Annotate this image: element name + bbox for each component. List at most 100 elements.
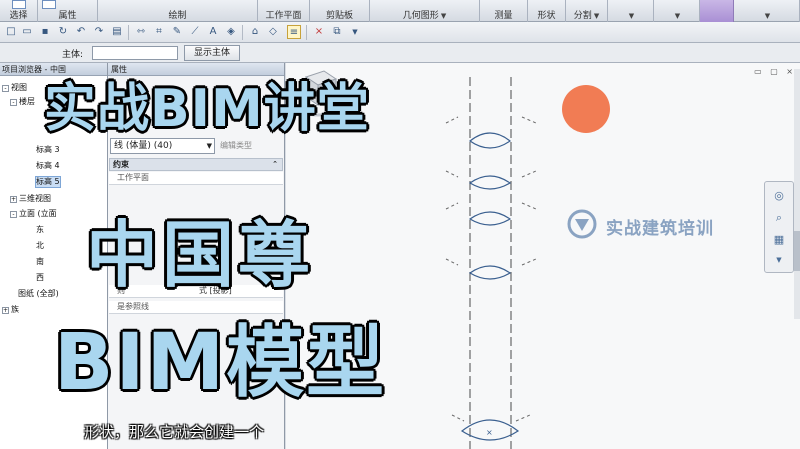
prop-group-constraints[interactable]: 约束 ⌃ xyxy=(109,158,283,171)
window-switch-icon[interactable]: ⧉ xyxy=(330,25,344,39)
ribbon-panel-shape[interactable]: 形状 xyxy=(528,0,566,22)
chevron-down-icon[interactable]: ▼ xyxy=(441,12,446,20)
ribbon-panel-mode[interactable] xyxy=(700,0,734,22)
thin-lines-icon[interactable]: ≡ xyxy=(287,25,301,39)
tree-item-3d-views-label: 三维视图 xyxy=(19,194,51,203)
host-select[interactable] xyxy=(92,46,178,60)
toolbar-separator xyxy=(306,25,307,40)
dimension-icon[interactable]: ⌗ xyxy=(152,25,166,39)
tree-item-level4[interactable]: 标高 4 xyxy=(36,161,60,171)
text-icon[interactable]: A xyxy=(206,25,220,39)
ribbon-properties-label: 属性 xyxy=(58,11,77,21)
sync-icon[interactable]: ↻ xyxy=(56,25,70,39)
ribbon-clipboard-label: 剪贴板 xyxy=(325,11,353,21)
settings-icon[interactable]: ◈ xyxy=(224,25,238,39)
ribbon-panel-extra-2[interactable]: ▼ xyxy=(654,0,700,22)
navigation-bar: ◎ ⌕ ▦ ▼ xyxy=(764,181,794,273)
ribbon-panel-workplane[interactable]: 工作平面 xyxy=(258,0,310,22)
save-icon[interactable]: ▪ xyxy=(38,25,52,39)
3d-view-icon[interactable]: ⌂ xyxy=(248,25,262,39)
video-title-line2: 中国尊 xyxy=(84,212,315,299)
print-icon[interactable]: ▤ xyxy=(110,25,124,39)
show-host-button[interactable]: 显示主体 xyxy=(184,45,240,61)
open-folder-icon[interactable]: ▭ xyxy=(20,25,34,39)
profile-loop xyxy=(468,132,512,149)
tree-item-3d-views[interactable]: + 三维视图 xyxy=(10,194,51,204)
ribbon-select-label: 选择 xyxy=(9,11,28,21)
ribbon-panel-extra-1[interactable]: ▼ xyxy=(608,0,654,22)
ribbon-panel-split[interactable]: 分割 ▼ xyxy=(566,0,608,22)
tree-item-floor-plans[interactable]: - 楼层 xyxy=(10,97,35,107)
video-subtitle: 形状，那么它就会创建一个 xyxy=(84,423,265,441)
tree-item-sheets[interactable]: 图纸 (全部) xyxy=(18,289,59,299)
tree-item-level4-label: 标高 4 xyxy=(36,161,60,170)
tree-item-east[interactable]: 东 xyxy=(36,225,44,235)
ribbon: 选择 属性 绘制 工作平面 剪贴板 几何图形 ▼ 测量 形状 分割 ▼ ▼ ▼ ▼ xyxy=(0,0,800,22)
tree-item-north-label: 北 xyxy=(36,241,44,250)
tree-item-west[interactable]: 西 xyxy=(36,273,44,283)
ribbon-panel-geometry[interactable]: 几何图形 ▼ xyxy=(370,0,480,22)
prop-row-workplane[interactable]: 工作平面 xyxy=(109,172,283,185)
new-file-icon[interactable]: □ xyxy=(4,25,18,39)
toolbar-separator xyxy=(128,25,129,40)
collapse-icon[interactable]: - xyxy=(2,85,9,92)
video-title-line1: 实战BIM讲堂 xyxy=(43,78,371,141)
profile-loop xyxy=(468,211,512,226)
host-label: 主体: xyxy=(62,50,84,60)
edit-type-button[interactable]: 编辑类型 xyxy=(220,140,252,151)
close-icon[interactable]: × xyxy=(312,25,326,39)
profile-loop xyxy=(468,175,512,190)
scrollbar-thumb xyxy=(794,231,800,271)
chevron-down-icon[interactable]: ▼ xyxy=(207,139,212,153)
ribbon-panel-select[interactable]: 选择 xyxy=(0,0,38,22)
chevron-down-icon[interactable]: ▼ xyxy=(765,12,770,20)
measure-icon[interactable]: ⇿ xyxy=(134,25,148,39)
tree-item-south-label: 南 xyxy=(36,257,44,266)
tree-item-elevations[interactable]: - 立面 (立面 xyxy=(10,209,57,219)
chevron-down-icon[interactable]: ▼ xyxy=(348,25,362,39)
toolbar-separator xyxy=(242,25,243,40)
redo-icon[interactable]: ↷ xyxy=(92,25,106,39)
type-selector-value: 线 (体量) (40) xyxy=(114,141,173,151)
tree-item-views[interactable]: - 视图 xyxy=(2,83,27,93)
wheel-icon[interactable]: ◎ xyxy=(771,188,787,204)
ribbon-panel-draw[interactable]: 绘制 xyxy=(98,0,258,22)
collapse-icon[interactable]: - xyxy=(10,211,17,218)
chevron-down-icon[interactable]: ▼ xyxy=(771,252,787,268)
tree-item-level5[interactable]: 标高 5 xyxy=(35,176,61,188)
profile-loop xyxy=(468,265,512,280)
ribbon-panel-extra-3[interactable]: ▼ xyxy=(734,0,800,22)
chevron-up-icon[interactable]: ⌃ xyxy=(272,159,278,170)
tag-icon[interactable]: ✎ xyxy=(170,25,184,39)
tree-item-sheets-label: 图纸 (全部) xyxy=(18,289,59,298)
tree-item-west-label: 西 xyxy=(36,273,44,282)
tree-item-north[interactable]: 北 xyxy=(36,241,44,251)
tree-item-level3[interactable]: 标高 3 xyxy=(36,145,60,155)
ribbon-panel-clipboard[interactable]: 剪贴板 xyxy=(310,0,370,22)
pan-icon[interactable]: ▦ xyxy=(771,232,787,248)
chevron-down-icon[interactable]: ▼ xyxy=(594,12,599,20)
ribbon-panel-measure[interactable]: 测量 xyxy=(480,0,528,22)
tree-item-elevations-label: 立面 (立面 xyxy=(19,209,57,218)
ribbon-panel-properties[interactable]: 属性 xyxy=(38,0,98,22)
pen-icon[interactable]: ⟋ xyxy=(188,25,202,39)
undo-icon[interactable]: ↶ xyxy=(74,25,88,39)
brand-text: 实战建筑培训 xyxy=(606,219,714,239)
tree-item-south[interactable]: 南 xyxy=(36,257,44,267)
tree-item-level3-label: 标高 3 xyxy=(36,145,60,154)
sun-marker xyxy=(562,85,610,133)
window-controls[interactable]: ▭ ▢ × xyxy=(754,67,796,76)
collapse-icon[interactable]: - xyxy=(10,99,17,106)
tree-item-families[interactable]: + 族 xyxy=(2,305,19,315)
expand-icon[interactable]: + xyxy=(10,196,17,203)
tree-item-level5-label: 标高 5 xyxy=(36,177,60,186)
chevron-down-icon[interactable]: ▼ xyxy=(629,12,634,20)
chevron-down-icon[interactable]: ▼ xyxy=(675,12,680,20)
expand-icon[interactable]: + xyxy=(2,307,9,314)
section-icon[interactable]: ◇ xyxy=(266,25,280,39)
tree-item-floor-plans-label: 楼层 xyxy=(19,97,35,106)
zoom-icon[interactable]: ⌕ xyxy=(771,210,787,226)
ribbon-measure-label: 测量 xyxy=(494,11,513,21)
tree-item-east-label: 东 xyxy=(36,225,44,234)
ribbon-shape-label: 形状 xyxy=(537,11,556,21)
